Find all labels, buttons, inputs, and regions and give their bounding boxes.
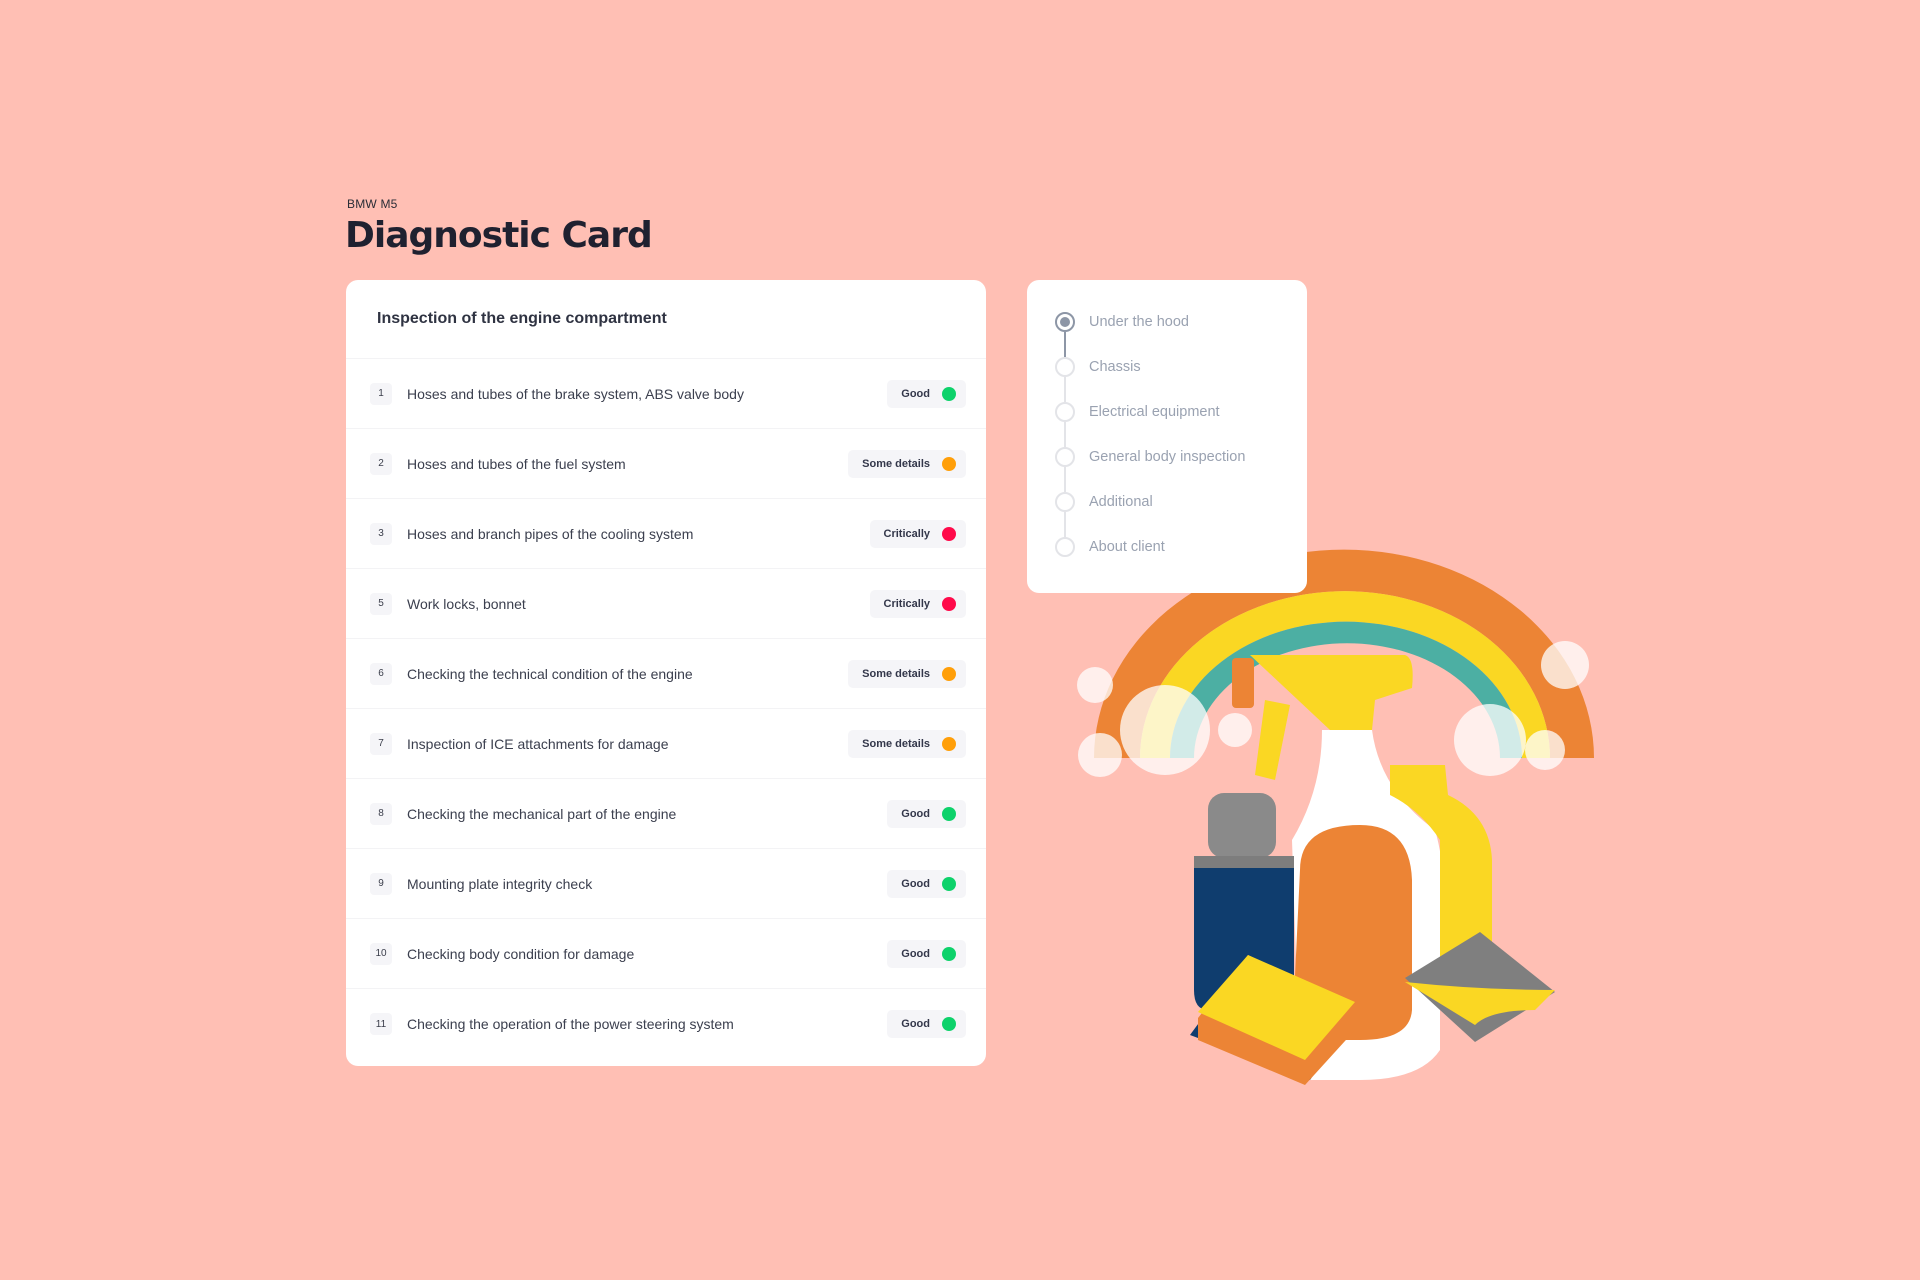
page-title: Diagnostic Card [345,215,653,256]
status-badge[interactable]: Critically [869,519,966,548]
step-connector [1064,377,1066,402]
step-radio-icon [1055,492,1075,512]
row-number: 9 [370,872,392,895]
vehicle-name: BMW M5 [347,197,398,211]
step-item[interactable]: Chassis [1055,355,1141,379]
row-number: 7 [370,732,392,755]
status-dot-icon [942,946,956,961]
inspection-row[interactable]: 1 Hoses and tubes of the brake system, AB… [346,359,986,429]
inspection-row[interactable]: 10 Checking body condition for damage Good [346,919,986,989]
status-text: Critically [883,597,930,610]
status-badge[interactable]: Some details [848,449,966,478]
inspection-row[interactable]: 2 Hoses and tubes of the fuel system Some … [346,429,986,499]
row-number: 6 [370,662,392,685]
status-dot-icon [942,596,956,611]
status-badge[interactable]: Good [887,939,966,968]
row-label: Work locks, bonnet [407,595,526,612]
step-item[interactable]: About client [1055,535,1165,559]
status-text: Good [901,947,930,960]
status-badge[interactable]: Good [887,869,966,898]
inspection-row[interactable]: 8 Checking the mechanical part of the eng… [346,779,986,849]
status-dot-icon [942,386,956,401]
step-label: Electrical equipment [1089,404,1220,420]
row-number: 8 [370,802,392,825]
status-text: Some details [862,457,930,470]
inspection-row[interactable]: 3 Hoses and branch pipes of the cooling s… [346,499,986,569]
status-text: Good [901,807,930,820]
inspection-card: Inspection of the engine compartment 1 Ho… [346,280,986,1066]
section-stepper: Under the hood Chassis Electrical equipmen… [1027,280,1307,593]
status-badge[interactable]: Some details [848,659,966,688]
status-badge[interactable]: Some details [848,729,966,758]
inspection-row[interactable]: 5 Work locks, bonnet Critically [346,569,986,639]
step-connector [1064,467,1066,492]
step-label: Additional [1089,494,1153,510]
row-label: Checking the technical condition of the … [407,665,693,682]
inspection-list: 1 Hoses and tubes of the brake system, AB… [346,359,986,1059]
row-label: Checking the mechanical part of the engi… [407,805,677,822]
status-dot-icon [942,876,956,891]
status-dot-icon [942,806,956,821]
status-dot-icon [942,1017,956,1031]
row-label: Mounting plate integrity check [407,875,593,892]
row-label: Hoses and tubes of the brake system, ABS… [407,385,744,402]
step-radio-icon [1055,537,1075,557]
step-item[interactable]: Electrical equipment [1055,400,1220,424]
inspection-row[interactable]: 6 Checking the technical condition of the… [346,639,986,709]
status-dot-icon [942,526,956,541]
row-number: 10 [370,942,392,965]
status-text: Some details [862,667,930,680]
step-label: About client [1089,539,1165,555]
inspection-row[interactable]: 11 Checking the operation of the power st… [346,989,986,1059]
step-radio-icon [1055,402,1075,422]
status-text: Some details [862,737,930,750]
step-item[interactable]: General body inspection [1055,445,1245,469]
row-label: Checking the operation of the power stee… [407,1016,734,1032]
status-dot-icon [942,736,956,751]
status-badge[interactable]: Critically [869,589,966,618]
step-item[interactable]: Additional [1055,490,1153,514]
inspection-row[interactable]: 7 Inspection of ICE attachments for damag… [346,709,986,779]
step-label: Under the hood [1089,314,1189,330]
row-number: 3 [370,522,392,545]
row-number: 5 [370,592,392,615]
step-radio-icon [1055,312,1075,332]
status-badge[interactable]: Good [887,1010,966,1038]
step-radio-icon [1055,447,1075,467]
step-connector [1064,332,1066,357]
row-number: 2 [370,452,392,475]
row-number: 11 [370,1013,392,1035]
row-label: Hoses and branch pipes of the cooling sy… [407,525,694,542]
step-label: General body inspection [1089,449,1246,465]
step-radio-icon [1055,357,1075,377]
step-item[interactable]: Under the hood [1055,310,1189,334]
status-text: Good [901,387,930,400]
step-connector [1064,512,1066,537]
status-badge[interactable]: Good [887,799,966,828]
step-connector [1064,422,1066,447]
row-label: Checking body condition for damage [407,945,635,962]
cleaning-illustration [1077,549,1594,1085]
inspection-card-title: Inspection of the engine compartment [346,280,986,359]
row-label: Inspection of ICE attachments for damage [407,735,669,752]
status-dot-icon [942,666,956,681]
status-badge[interactable]: Good [887,379,966,408]
status-dot-icon [942,456,956,471]
status-text: Good [901,877,930,890]
step-label: Chassis [1089,359,1141,375]
status-text: Good [901,1018,930,1030]
status-text: Critically [883,527,930,540]
inspection-row[interactable]: 9 Mounting plate integrity check Good [346,849,986,919]
row-label: Hoses and tubes of the fuel system [407,455,626,472]
row-number: 1 [370,382,392,405]
